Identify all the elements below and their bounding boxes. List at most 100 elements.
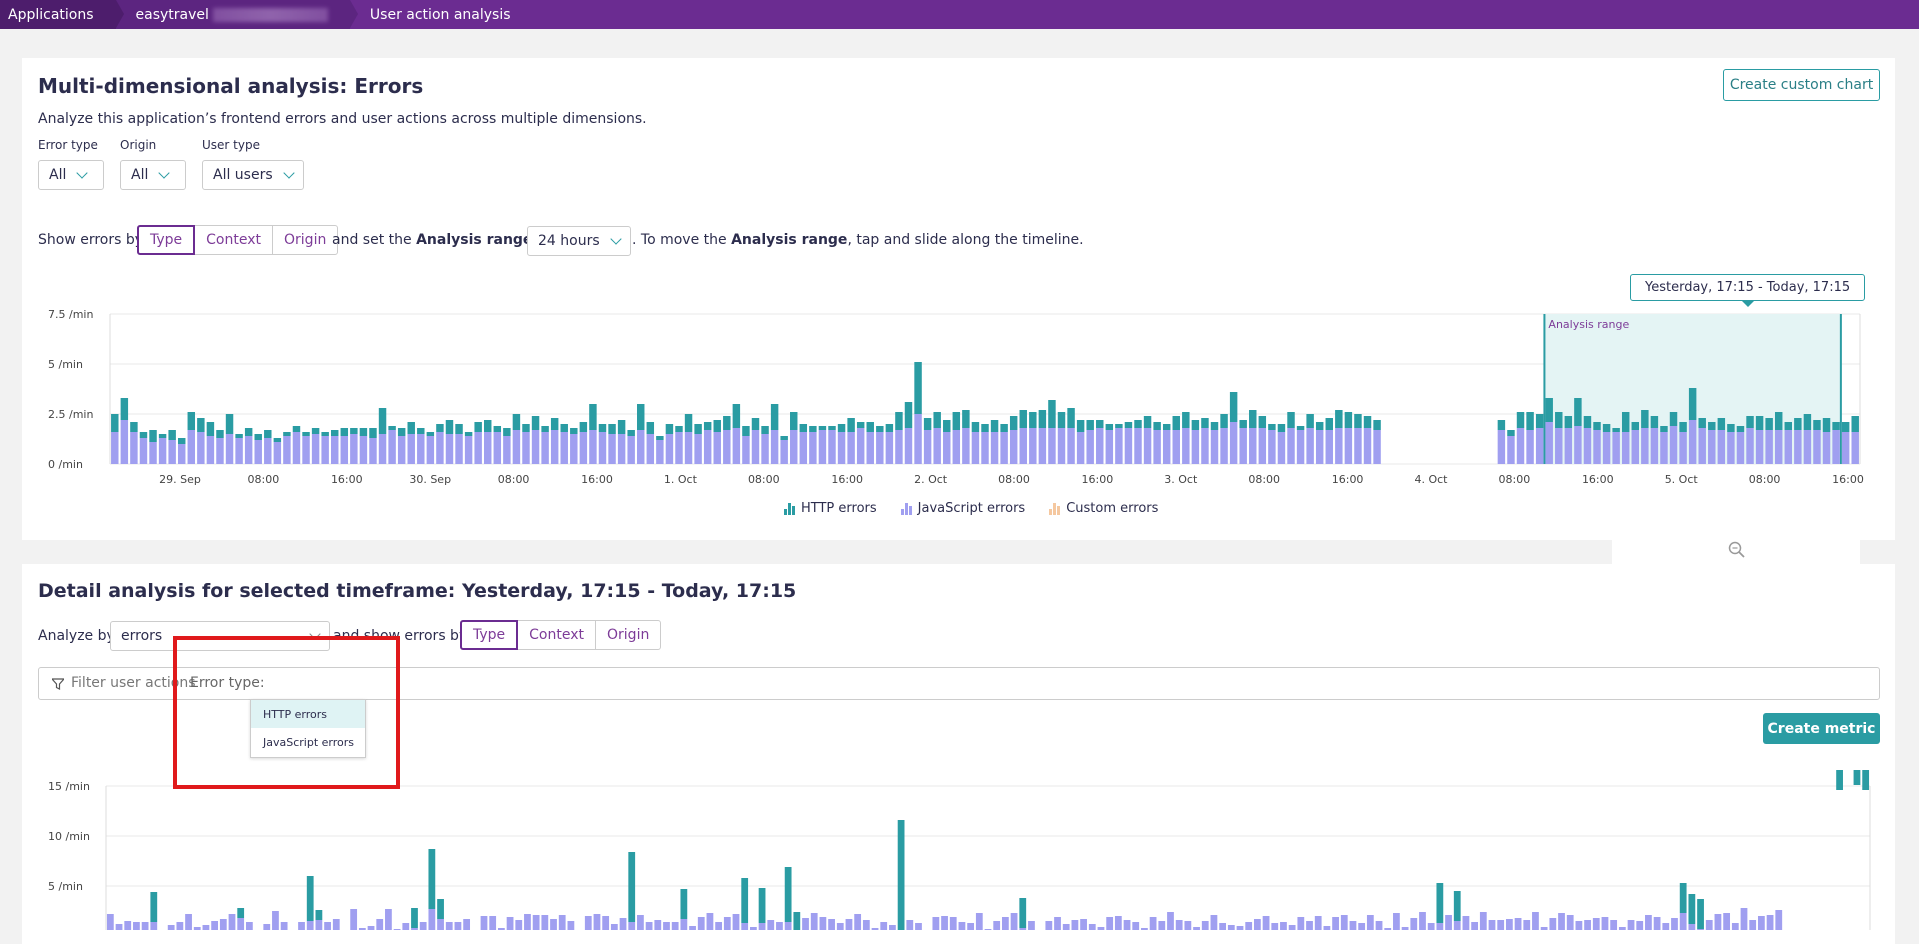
bar-javascript [1523,920,1531,930]
toggle-type[interactable]: Type [137,225,196,255]
create-metric-button[interactable]: Create metric [1763,713,1880,744]
breadcrumb-applications[interactable]: Applications [0,0,124,29]
bar-http [111,414,119,432]
bar-http [273,438,282,442]
toggle-context[interactable]: Context [194,225,274,255]
bar-http [1708,422,1716,430]
toggle-origin[interactable]: Origin [595,620,662,650]
bar-http [1832,422,1840,430]
bar-javascript [402,923,410,930]
text: and set the [332,232,412,248]
bar-javascript [1717,430,1726,464]
bar-chart-icon [784,502,795,515]
breadcrumb-app[interactable]: easytravel [115,0,359,29]
bar-javascript [1488,920,1496,930]
bar-javascript [1062,924,1070,930]
zoom-tab[interactable] [1612,530,1860,566]
bar-http [579,422,588,432]
analyze-by-select[interactable]: errors [110,621,330,651]
bar-http [1239,420,1247,428]
bar-javascript [906,920,914,930]
errors-timeline-chart[interactable]: 7.5 /min 5 /min 2.5 /min 0 /min Analysis ran… [0,300,1919,490]
option-http-errors[interactable]: HTTP errors [251,700,365,728]
bar-javascript [975,913,983,930]
bar-javascript [206,436,215,464]
detail-show-by-toggle: Type Context Origin [460,620,662,650]
bar-http [150,892,158,922]
bar-javascript [506,917,514,930]
bar-http [1746,416,1754,428]
legend-custom[interactable]: Custom errors [1049,501,1158,516]
bar-http [876,426,884,432]
select-value: errors [121,628,163,644]
analysis-range-select[interactable]: 24 hours [527,226,631,256]
bar-http [1841,422,1850,432]
bar-http [809,426,817,432]
legend-javascript[interactable]: JavaScript errors [900,501,1025,516]
bar-http [1794,418,1802,430]
bar-javascript [1714,914,1722,930]
bar-javascript [943,432,951,464]
create-custom-chart-button[interactable]: Create custom chart [1723,69,1880,101]
legend-http[interactable]: HTTP errors [784,501,877,516]
user-type-select[interactable]: All users [202,160,304,190]
filter-token[interactable]: Error type: [190,675,265,691]
bar-javascript [862,920,870,930]
bar-javascript [854,914,862,930]
bar-javascript [689,926,696,930]
bar-javascript [703,430,712,464]
redacted-text [212,7,328,22]
bar-http [770,404,779,430]
bar-javascript [515,920,523,930]
filter-bar[interactable]: Filter user actions Error type: [38,667,1880,700]
bar-http [541,426,549,432]
bar-http [895,412,903,430]
origin-label: Origin [120,138,157,152]
error-type-select[interactable]: All [38,160,104,190]
bar-javascript [1679,913,1687,930]
bar-http [1836,770,1843,790]
detail-errors-chart[interactable]: 15 /min 10 /min 5 /min [0,770,1919,930]
zoom-icon [1728,541,1745,558]
bar-http [1765,418,1773,430]
bar-javascript [550,919,557,930]
bar-javascript [1038,428,1047,464]
bar-javascript [1134,428,1142,464]
bar-http [1315,422,1324,430]
bar-javascript [1427,923,1435,930]
bar-http [1516,412,1525,428]
bar-javascript [1253,919,1261,930]
bar-javascript [272,911,279,930]
bar-http [990,420,999,432]
bar-javascript [932,917,940,930]
bar-javascript [802,918,809,930]
bar-javascript [889,925,896,930]
bar-javascript [1175,920,1183,930]
bar-javascript [1584,920,1591,930]
bar-javascript [818,430,827,464]
option-javascript-errors[interactable]: JavaScript errors [251,728,365,756]
toggle-origin[interactable]: Origin [272,225,339,255]
bar-javascript [1354,428,1362,464]
bar-javascript [1705,920,1713,930]
bar-javascript [1436,923,1444,930]
bar-javascript [1201,428,1209,464]
bar-http [943,420,951,432]
bar-http [216,430,224,438]
bar-http [436,424,444,432]
origin-select[interactable]: All [120,160,186,190]
bar-javascript [1669,426,1678,464]
bar-javascript [1841,432,1850,464]
bar-javascript [149,442,157,464]
toggle-context[interactable]: Context [517,620,597,650]
bar-http [1096,420,1104,428]
bar-javascript [332,919,340,930]
bar-http [790,412,798,430]
bar-http [244,428,253,436]
x-tick-label: 16:00 [1582,473,1614,486]
bar-javascript [1009,430,1018,464]
toggle-type[interactable]: Type [460,620,519,650]
bar-http [512,414,521,430]
show-by-toggle: Type Context Origin [137,225,339,255]
bar-http [684,414,693,432]
